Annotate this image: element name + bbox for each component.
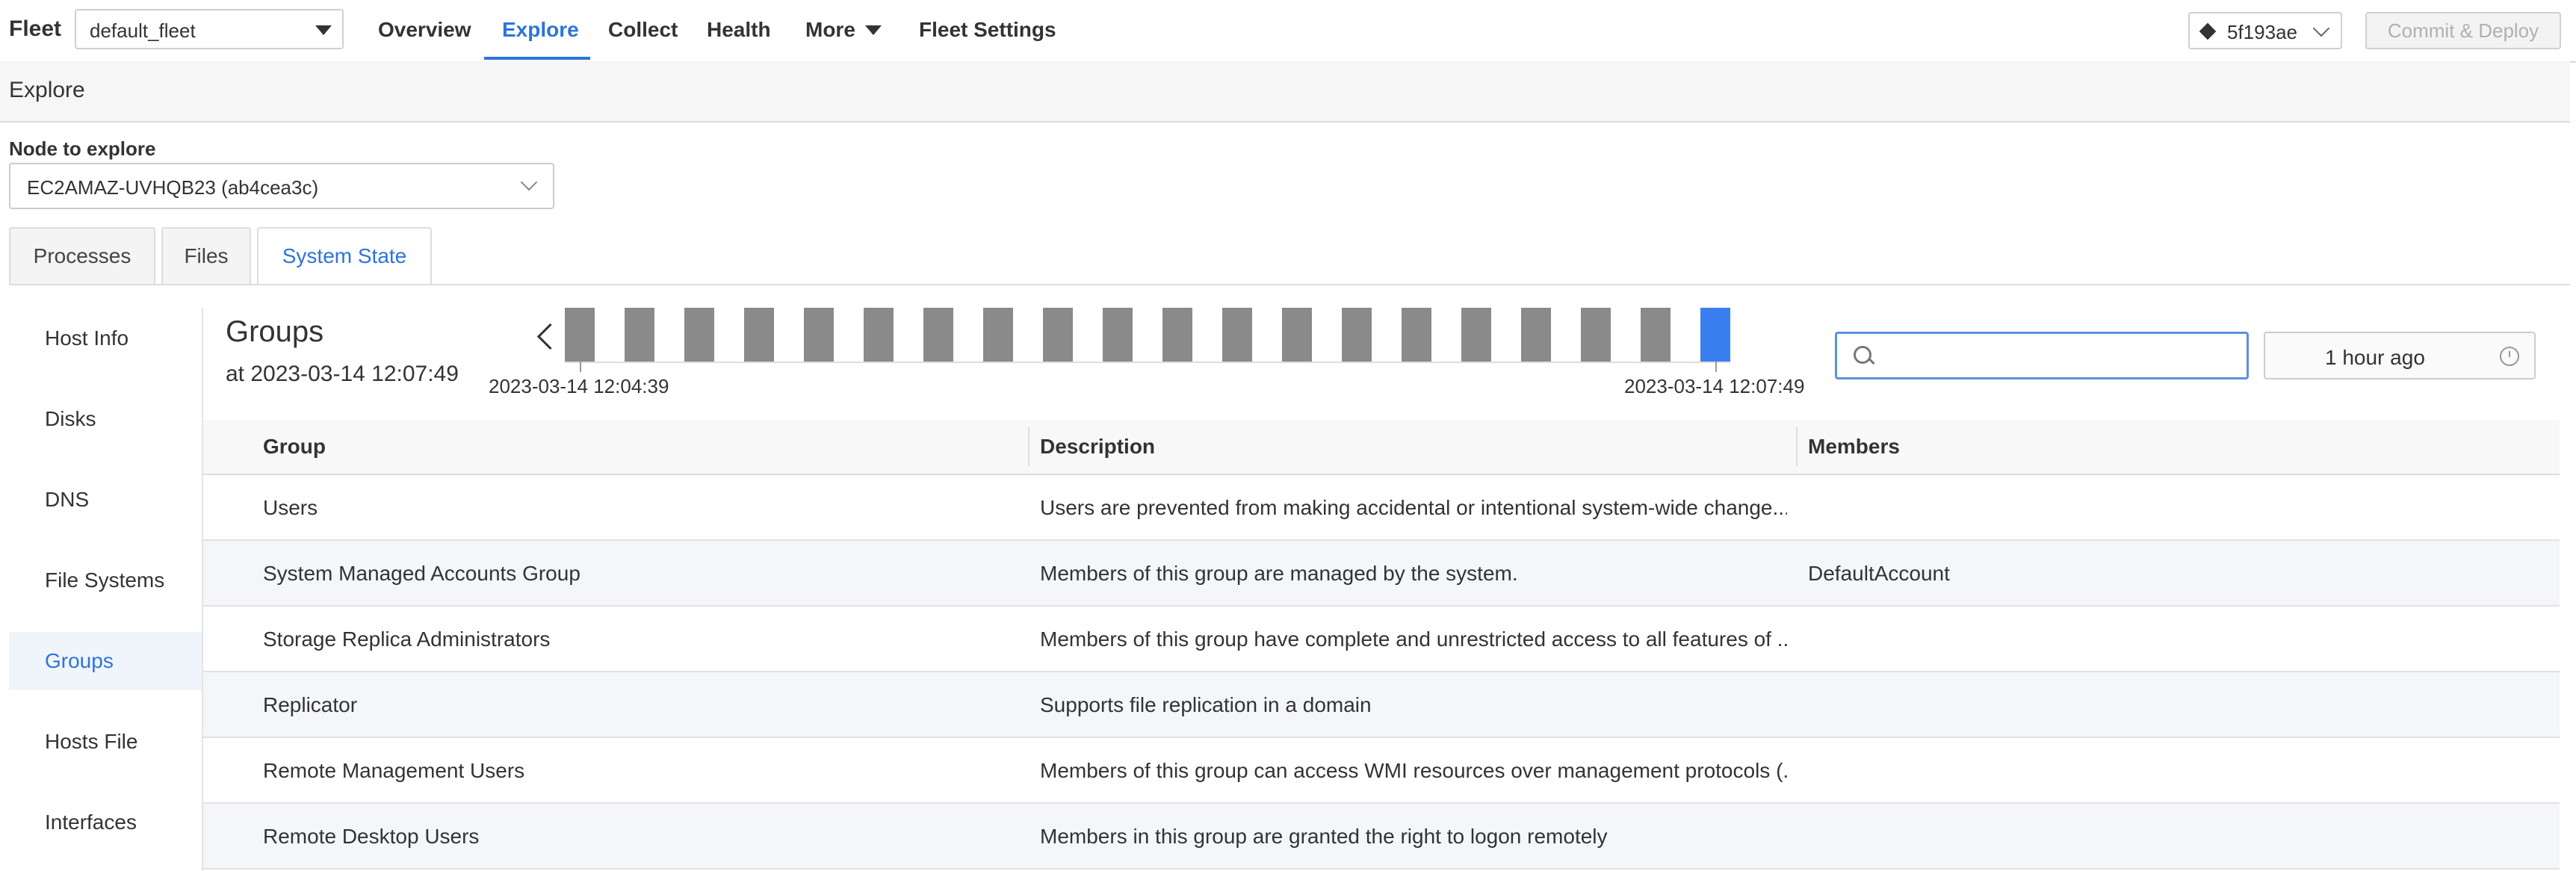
caret-down-icon[interactable] xyxy=(865,25,882,35)
tab-files[interactable]: Files xyxy=(161,227,251,284)
table-header: Group Description Members xyxy=(203,420,2560,475)
sidebar-item-file-systems[interactable]: File Systems xyxy=(9,551,202,610)
cell-group: System Managed Accounts Group xyxy=(263,562,580,585)
column-header-description[interactable]: Description xyxy=(1040,435,1155,459)
nav-fleet-settings[interactable]: Fleet Settings xyxy=(919,18,1056,42)
timeline-tick xyxy=(580,362,581,372)
sidebar-item-groups[interactable]: Groups xyxy=(9,632,202,690)
snapshot-timeline xyxy=(565,308,1730,372)
nav-more[interactable]: More xyxy=(805,18,855,42)
timeline-snapshot-bar[interactable] xyxy=(804,308,834,362)
cell-group: Users xyxy=(263,496,318,519)
timeline-tick xyxy=(1715,362,1717,372)
timeline-snapshot-bar[interactable] xyxy=(1700,308,1730,362)
cell-group: Storage Replica Administrators xyxy=(263,627,551,651)
timeline-snapshot-bar[interactable] xyxy=(625,308,654,362)
node-select-value: EC2AMAZ-UVHQB23 (ab4cea3c) xyxy=(27,176,319,199)
cell-description: Users are prevented from making accident… xyxy=(1040,496,1787,519)
sidebar-item-disks[interactable]: Disks xyxy=(9,390,202,448)
nav-explore[interactable]: Explore xyxy=(502,18,579,42)
chevron-down-icon xyxy=(520,173,538,191)
timeline-snapshot-bar[interactable] xyxy=(1461,308,1491,362)
clock-icon xyxy=(2500,347,2519,366)
search-icon xyxy=(1854,346,1871,364)
tab-divider xyxy=(9,284,2570,285)
commit-deploy-button[interactable]: Commit & Deploy xyxy=(2365,12,2561,49)
sidebar-item-dns[interactable]: DNS xyxy=(9,471,202,529)
git-commit-icon xyxy=(2199,22,2217,40)
section-title: Groups xyxy=(226,315,324,348)
cell-members: DefaultAccount xyxy=(1808,562,1950,585)
table-row[interactable]: Users Users are prevented from making ac… xyxy=(203,475,2560,541)
nav-collect[interactable]: Collect xyxy=(608,18,678,42)
timeline-snapshot-bar[interactable] xyxy=(1282,308,1312,362)
cell-description: Members of this group have complete and … xyxy=(1040,627,1787,651)
cell-group: Replicator xyxy=(263,693,358,716)
nav-health[interactable]: Health xyxy=(707,18,771,42)
fleet-label: Fleet xyxy=(9,16,62,41)
chevron-down-icon xyxy=(2312,19,2330,37)
commit-hash: 5f193ae xyxy=(2227,21,2297,43)
timeline-snapshot-bar[interactable] xyxy=(565,308,595,362)
timeline-baseline xyxy=(565,362,1730,363)
column-header-group[interactable]: Group xyxy=(263,435,326,459)
cell-description: Members in this group are granted the ri… xyxy=(1040,825,1608,848)
timeline-snapshot-bar[interactable] xyxy=(923,308,953,362)
table-row[interactable]: System Managed Accounts Group Members of… xyxy=(203,541,2560,607)
column-header-members[interactable]: Members xyxy=(1808,435,1900,459)
caret-down-icon xyxy=(315,25,332,35)
timeline-snapshot-bar[interactable] xyxy=(1222,308,1252,362)
cell-description: Members of this group are managed by the… xyxy=(1040,562,1518,585)
timeline-start-label: 2023-03-14 12:04:39 xyxy=(489,375,669,397)
node-select[interactable]: EC2AMAZ-UVHQB23 (ab4cea3c) xyxy=(9,163,554,209)
sidebar-item-host-info[interactable]: Host Info xyxy=(9,309,202,368)
sidebar-item-interfaces[interactable]: Interfaces xyxy=(9,793,202,852)
timeline-snapshot-bar[interactable] xyxy=(983,308,1013,362)
fleet-select[interactable]: default_fleet xyxy=(75,9,344,49)
timeline-snapshot-bar[interactable] xyxy=(864,308,894,362)
timeline-snapshot-bar[interactable] xyxy=(684,308,714,362)
nav-overview[interactable]: Overview xyxy=(378,18,471,42)
timeline-snapshot-bar[interactable] xyxy=(1402,308,1431,362)
cell-description: Supports file replication in a domain xyxy=(1040,693,1372,716)
table-row[interactable]: Storage Replica Administrators Members o… xyxy=(203,607,2560,672)
search-field[interactable] xyxy=(1835,332,2249,379)
fleet-select-value: default_fleet xyxy=(90,19,196,42)
table-row[interactable]: Remote Desktop Users Members in this gro… xyxy=(203,804,2560,870)
explore-header xyxy=(0,61,2570,123)
timeline-snapshot-bar[interactable] xyxy=(1103,308,1133,362)
nav-active-indicator xyxy=(484,57,590,60)
cell-group: Remote Management Users xyxy=(263,759,525,782)
search-icon-handle xyxy=(1868,357,1875,365)
section-timestamp: at 2023-03-14 12:07:49 xyxy=(226,362,459,386)
timeline-end-label: 2023-03-14 12:07:49 xyxy=(1624,375,1805,397)
commit-select[interactable]: 5f193ae xyxy=(2188,12,2342,49)
column-divider[interactable] xyxy=(1796,427,1798,466)
time-range-picker[interactable]: 1 hour ago xyxy=(2264,332,2536,379)
time-range-value: 1 hour ago xyxy=(2325,346,2425,369)
timeline-snapshot-bar[interactable] xyxy=(744,308,774,362)
tab-system-state[interactable]: System State xyxy=(257,227,432,285)
chevron-left-icon[interactable] xyxy=(536,323,564,350)
timeline-snapshot-bar[interactable] xyxy=(1641,308,1671,362)
page-title: Explore xyxy=(9,78,85,102)
sidebar-item-hosts-file[interactable]: Hosts File xyxy=(9,713,202,771)
column-divider[interactable] xyxy=(1028,427,1030,466)
search-input[interactable] xyxy=(1879,341,2241,371)
timeline-snapshot-bar[interactable] xyxy=(1162,308,1192,362)
cell-group: Remote Desktop Users xyxy=(263,825,480,848)
node-label: Node to explore xyxy=(9,137,156,160)
tab-processes[interactable]: Processes xyxy=(9,227,155,284)
cell-description: Members of this group can access WMI res… xyxy=(1040,759,1787,782)
timeline-snapshot-bar[interactable] xyxy=(1521,308,1551,362)
timeline-snapshot-bar[interactable] xyxy=(1581,308,1611,362)
timeline-snapshot-bar[interactable] xyxy=(1342,308,1372,362)
table-row[interactable]: Remote Management Users Members of this … xyxy=(203,738,2560,804)
table-row[interactable]: Replicator Supports file replication in … xyxy=(203,672,2560,738)
groups-table: Group Description Members Users Users ar… xyxy=(203,420,2560,870)
timeline-snapshot-bar[interactable] xyxy=(1043,308,1073,362)
